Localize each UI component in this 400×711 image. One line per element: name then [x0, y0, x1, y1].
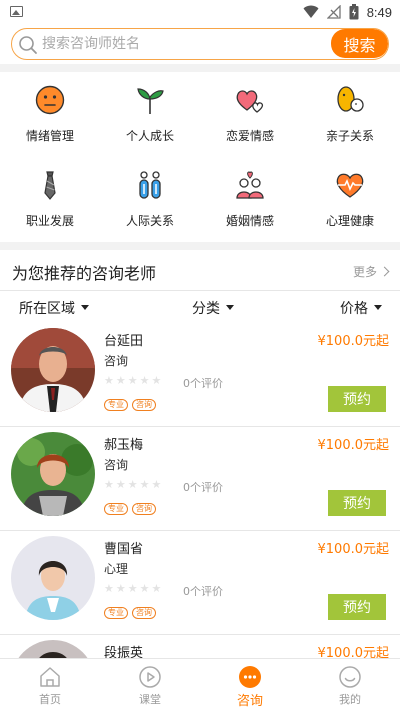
chevron-right-icon — [379, 266, 390, 277]
tag: 咨询 — [132, 503, 156, 515]
category-interpersonal[interactable]: 人际关系 — [100, 157, 200, 242]
tab-classroom[interactable]: 课堂 — [100, 659, 200, 711]
book-button[interactable]: 预约 — [328, 386, 386, 412]
clock: 8:49 — [366, 4, 392, 20]
emotion-face-icon — [35, 85, 65, 115]
category-label: 人际关系 — [125, 214, 174, 228]
tag: 咨询 — [132, 399, 156, 411]
recommend-section: 为您推荐的咨询老师 更多 所在区域 分类 价格 台延田 咨询 ★★★★★ 0个评… — [0, 250, 400, 711]
search-input[interactable] — [42, 29, 332, 58]
category-label: 恋爱情感 — [225, 129, 274, 143]
search-icon — [19, 36, 37, 54]
category-emotion-management[interactable]: 情绪管理 — [0, 72, 100, 157]
counselor-card[interactable]: 郝玉梅 咨询 ★★★★★ 0个评价 专业 咨询 ¥100.0元起 预约 — [0, 426, 400, 530]
tag: 专业 — [104, 399, 128, 411]
dropdown-arrow-icon — [226, 304, 234, 310]
counselor-name: 曹国省 — [104, 542, 144, 557]
filter-region-label: 所在区域 — [19, 301, 75, 317]
category-marriage[interactable]: 婚姻情感 — [200, 157, 300, 242]
tag: 专业 — [104, 503, 128, 515]
category-label: 心理健康 — [325, 214, 374, 228]
tab-label: 首页 — [39, 693, 61, 706]
status-bar: 8:49 — [0, 0, 400, 24]
wifi-icon — [303, 5, 319, 18]
filter-region[interactable]: 所在区域 — [19, 298, 89, 318]
counselor-card[interactable]: 台延田 咨询 ★★★★★ 0个评价 专业 咨询 ¥100.0元起 预约 — [0, 322, 400, 426]
tag: 专业 — [104, 607, 128, 619]
divider — [0, 290, 400, 291]
filter-category-label: 分类 — [192, 301, 220, 317]
category-grid: 情绪管理 个人成长 恋爱情感 亲子关系 职业发展 人际关系 婚姻情感 心理健康 — [0, 72, 400, 242]
tab-consult[interactable]: 咨询 — [200, 659, 300, 711]
filter-price-label: 价格 — [340, 301, 368, 317]
rating-stars: ★★★★★ — [104, 374, 164, 387]
avatar — [11, 432, 95, 516]
review-count: 0个评价 — [183, 585, 223, 598]
filter-bar: 所在区域 分类 价格 — [0, 294, 400, 322]
price: ¥100.0元起 — [317, 542, 390, 557]
category-mental-health[interactable]: 心理健康 — [300, 157, 400, 242]
sprout-icon — [137, 88, 164, 114]
more-label: 更多 — [352, 265, 377, 279]
counselor-name: 台延田 — [104, 334, 144, 349]
filter-price[interactable]: 价格 — [340, 298, 382, 318]
review-count: 0个评价 — [183, 481, 223, 494]
search-button[interactable]: 搜索 — [331, 29, 388, 58]
image-notification-icon — [10, 6, 23, 17]
section-title: 为您推荐的咨询老师 — [12, 264, 157, 283]
tag: 咨询 — [132, 607, 156, 619]
category-parent-child[interactable]: 亲子关系 — [300, 72, 400, 157]
search-box: 搜索 — [11, 28, 389, 60]
hearts-icon — [236, 90, 264, 113]
category-label: 情绪管理 — [25, 129, 74, 143]
tab-home[interactable]: 首页 — [0, 659, 100, 711]
play-circle-icon — [139, 666, 161, 688]
filter-category[interactable]: 分类 — [192, 298, 234, 318]
chat-bubble-icon — [239, 666, 261, 688]
battery-icon — [349, 4, 359, 20]
bottom-tab-bar: 首页 课堂 咨询 我的 — [0, 658, 400, 711]
avatar — [11, 536, 95, 620]
tab-label: 咨询 — [236, 694, 263, 709]
category-label: 职业发展 — [25, 214, 74, 228]
category-label: 个人成长 — [125, 129, 174, 143]
category-personal-growth[interactable]: 个人成长 — [100, 72, 200, 157]
couple-icon — [236, 171, 264, 199]
counselor-type: 咨询 — [104, 354, 129, 368]
review-count: 0个评价 — [183, 377, 223, 390]
category-romance[interactable]: 恋爱情感 — [200, 72, 300, 157]
parent-child-icon — [337, 86, 364, 112]
tie-icon — [44, 171, 56, 200]
counselor-name: 郝玉梅 — [104, 438, 144, 453]
home-icon — [40, 667, 60, 687]
book-button[interactable]: 预约 — [328, 490, 386, 516]
category-label: 亲子关系 — [325, 129, 374, 143]
rating-stars: ★★★★★ — [104, 582, 164, 595]
book-button[interactable]: 预约 — [328, 594, 386, 620]
dropdown-arrow-icon — [374, 304, 382, 310]
search-bar: 搜索 — [0, 24, 400, 64]
tag-list: 专业 咨询 — [104, 503, 156, 515]
counselor-type: 心理 — [104, 562, 129, 576]
counselor-card[interactable]: 曹国省 心理 ★★★★★ 0个评价 专业 咨询 ¥100.0元起 预约 — [0, 530, 400, 634]
price: ¥100.0元起 — [317, 334, 390, 349]
tag-list: 专业 咨询 — [104, 399, 156, 411]
no-signal-icon — [326, 5, 341, 19]
counselor-type: 咨询 — [104, 458, 129, 472]
category-career[interactable]: 职业发展 — [0, 157, 100, 242]
tag-list: 专业 咨询 — [104, 607, 156, 619]
smile-icon — [339, 666, 361, 688]
rating-stars: ★★★★★ — [104, 478, 164, 491]
tab-label: 课堂 — [139, 693, 161, 706]
category-label: 婚姻情感 — [225, 214, 274, 228]
tab-label: 我的 — [339, 693, 361, 706]
people-icon — [139, 171, 161, 199]
dropdown-arrow-icon — [81, 304, 89, 310]
more-link[interactable]: 更多 — [352, 263, 390, 280]
tab-mine[interactable]: 我的 — [300, 659, 400, 711]
price: ¥100.0元起 — [317, 438, 390, 453]
heartbeat-icon — [336, 173, 364, 198]
avatar — [11, 328, 95, 412]
